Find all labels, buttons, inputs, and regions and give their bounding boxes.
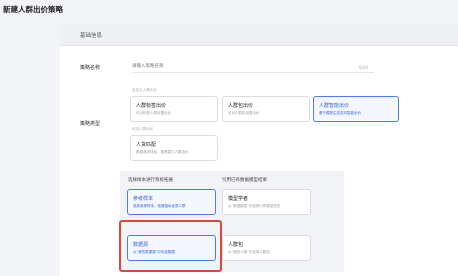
section-header <box>60 24 458 46</box>
card-desc: 可对标签人群设置出价 <box>136 111 171 115</box>
section-title: 基础信息 <box>80 33 103 39</box>
preferred-bid-group-label: 优选人群出价 <box>132 127 154 131</box>
strategy-type-label: 策略类型 <box>80 121 101 127</box>
expand-samples-header: 选择样本进行系统拓展 <box>128 178 173 183</box>
option-desc: 从"我的人群"中选择人群包 <box>228 250 270 254</box>
card-desc: 根据商品特征，推荐潜力人群出价 <box>136 150 189 154</box>
page-header <box>0 0 458 22</box>
card-title: 人群标签出价 <box>136 103 167 109</box>
option-desc: 选择参考样本，拓展相似优质人群 <box>133 204 186 208</box>
strategy-name-input[interactable] <box>132 61 374 73</box>
option-desc: 从"数据模型"中选择已有模型任务 <box>228 204 281 208</box>
option-title: 人群包 <box>228 242 244 248</box>
card-title: 人群包出价 <box>228 103 254 109</box>
card-desc: 可对人群包设置出价 <box>228 111 260 115</box>
option-reference-sample[interactable]: 参考样本 选择参考样本，拓展相似优质人群 <box>127 189 216 215</box>
custom-bid-group-label: 自定义人群出价 <box>132 88 158 92</box>
option-model-scholar[interactable]: 模型学者 从"数据模型"中选择已有模型任务 <box>222 189 311 215</box>
card-smart-bid[interactable]: 人群智能出价 基于模型生成定向智能出价 <box>313 96 399 122</box>
reference-models-header: 引用已有数据模型结果 <box>222 178 267 183</box>
option-title: 参考样本 <box>133 196 154 202</box>
option-audience-package[interactable]: 人群包 从"我的人群"中选择人群包 <box>222 235 311 261</box>
card-tag-bid[interactable]: 人群标签出价 可对标签人群设置出价 <box>130 96 218 122</box>
option-title: 模型学者 <box>228 196 249 202</box>
card-product-match[interactable]: 人货匹配 根据商品特征，推荐潜力人群出价 <box>130 135 218 161</box>
highlight-annotation-box <box>119 220 222 272</box>
page-title: 新建人群出价策略 <box>3 5 63 14</box>
card-desc: 基于模型生成定向智能出价 <box>319 111 361 115</box>
card-title: 人群智能出价 <box>319 103 350 109</box>
card-title: 人货匹配 <box>136 142 157 148</box>
strategy-name-counter: 0/20 <box>359 65 368 70</box>
strategy-name-label: 策略名称 <box>80 65 101 71</box>
card-package-bid[interactable]: 人群包出价 可对人群包设置出价 <box>222 96 310 122</box>
